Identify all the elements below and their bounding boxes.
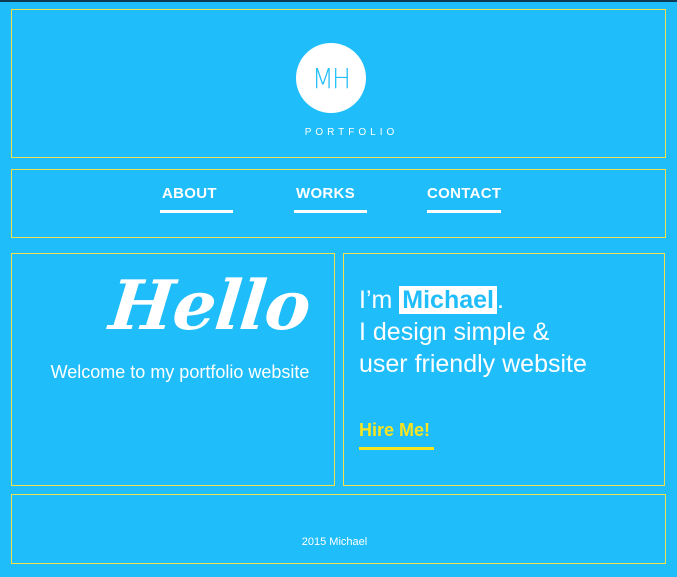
intro-line-3: user friendly website xyxy=(359,350,587,378)
hire-me-underline xyxy=(359,447,434,450)
welcome-text: Welcome to my portfolio website xyxy=(50,362,310,382)
nav-item-contact[interactable]: CONTACT xyxy=(427,185,501,202)
hero-intro-panel: I’m Michael. I design simple & user frie… xyxy=(343,253,665,486)
logo[interactable]: MH xyxy=(296,43,366,113)
site-subtitle: PORTFOLIO xyxy=(304,127,399,138)
hello-heading: Hello xyxy=(105,266,314,346)
nav-item-about[interactable]: ABOUT xyxy=(162,185,217,202)
nav-underline-works xyxy=(294,210,367,213)
footer-copyright: 2015 Michael xyxy=(301,536,368,548)
nav-panel: ABOUT WORKS CONTACT xyxy=(11,169,666,238)
intro-text: I’m Michael. I design simple & user frie… xyxy=(359,284,587,380)
nav-underline-about xyxy=(160,210,233,213)
intro-line-2: I design simple & xyxy=(359,318,550,346)
name-highlight: Michael xyxy=(399,286,497,314)
hero-greeting-panel: Hello Welcome to my portfolio website xyxy=(11,253,335,486)
intro-prefix: I’m xyxy=(359,286,393,314)
footer-panel: 2015 Michael xyxy=(11,494,666,564)
intro-punct: . xyxy=(496,286,504,314)
nav-underline-contact xyxy=(427,210,501,213)
header-panel: MH PORTFOLIO xyxy=(11,9,666,158)
logo-text: MH xyxy=(312,61,351,95)
top-edge xyxy=(0,0,677,2)
nav-item-works[interactable]: WORKS xyxy=(296,185,355,202)
hire-me-link[interactable]: Hire Me! xyxy=(359,420,430,441)
